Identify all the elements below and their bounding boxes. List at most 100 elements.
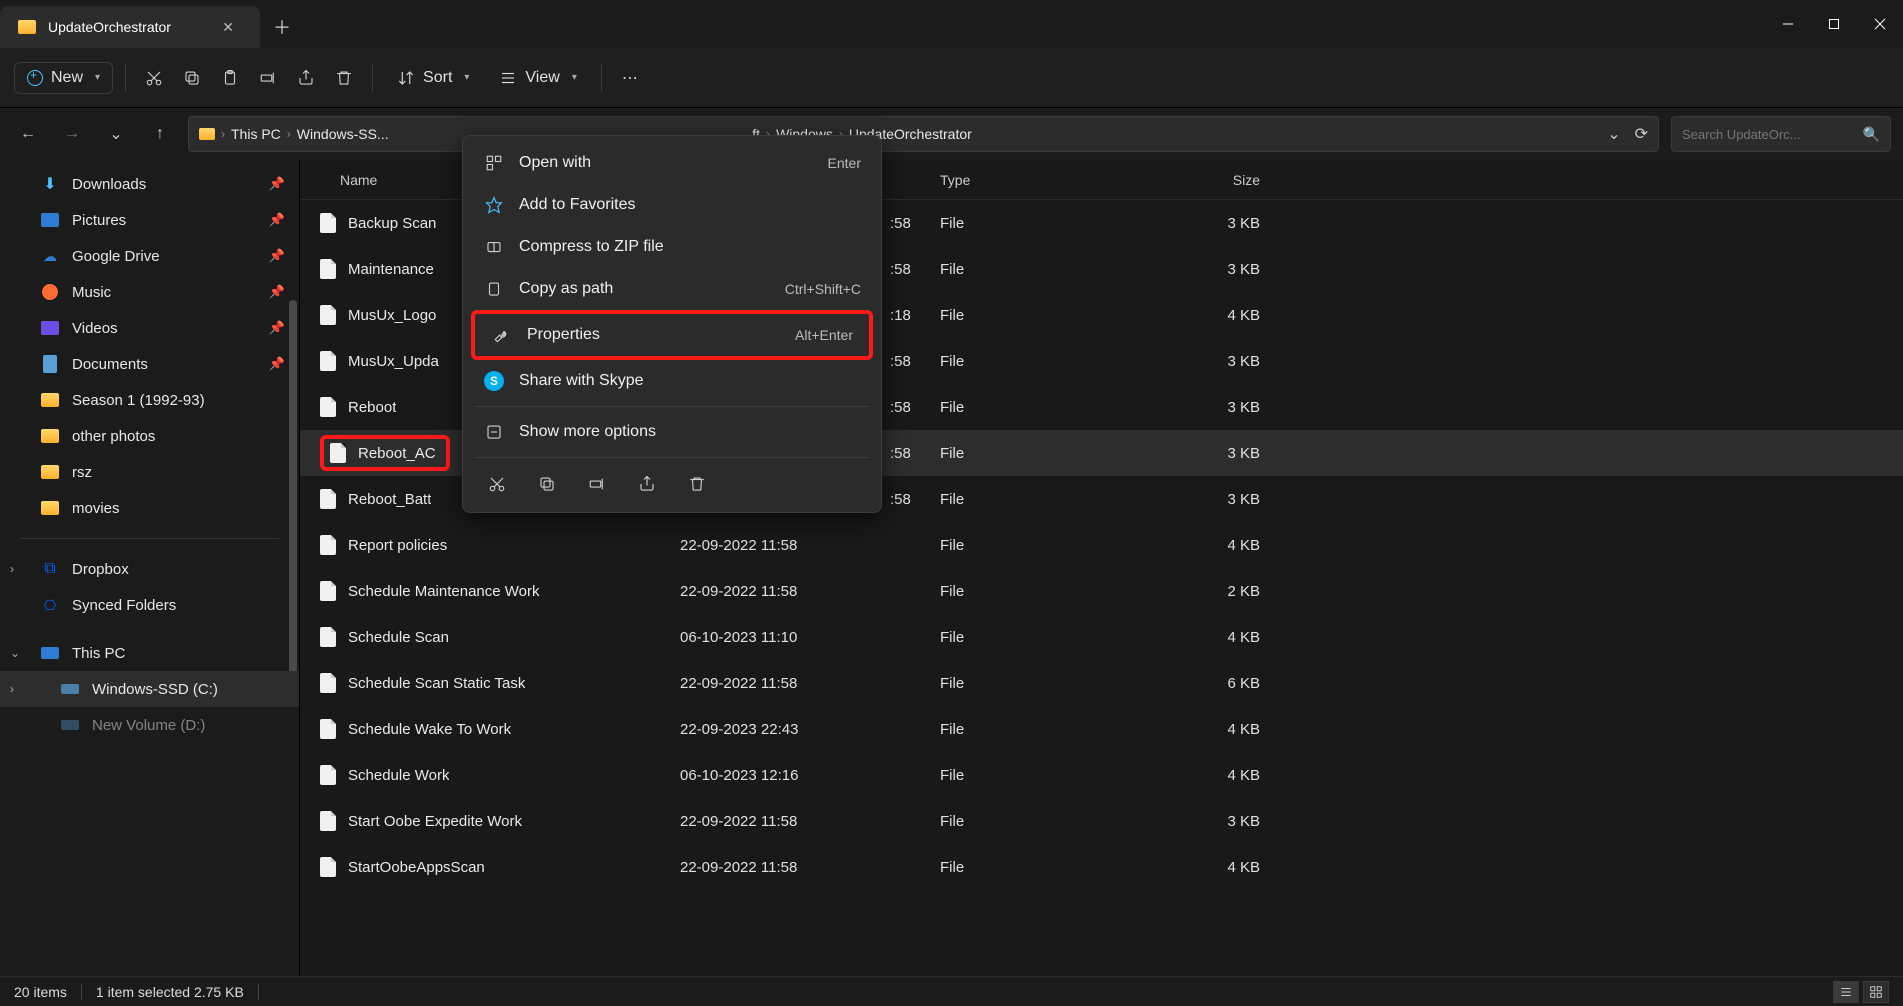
sidebar-label: movies — [72, 500, 285, 517]
file-type: File — [940, 675, 1140, 692]
sort-button[interactable]: Sort ▾ — [385, 61, 481, 95]
file-size: 4 KB — [1140, 537, 1280, 554]
context-label: Compress to ZIP file — [519, 238, 861, 256]
star-icon — [483, 194, 505, 216]
file-name: Schedule Maintenance Work — [348, 583, 540, 600]
documents-icon — [40, 354, 60, 374]
tab[interactable]: UpdateOrchestrator ✕ — [0, 6, 260, 48]
breadcrumb-item[interactable]: Windows-SS... — [297, 126, 389, 142]
thumbnails-view-button[interactable] — [1863, 981, 1889, 1003]
paste-icon[interactable] — [214, 62, 246, 94]
context-shortcut: Enter — [828, 155, 861, 171]
sidebar-item[interactable]: ☁Google Drive📌 — [0, 238, 299, 274]
context-menu-item[interactable]: Copy as pathCtrl+Shift+C — [467, 268, 877, 310]
file-row[interactable]: Schedule Scan Static Task22-09-2022 11:5… — [300, 660, 1903, 706]
expand-icon[interactable]: ⌄ — [10, 646, 20, 660]
copy-icon[interactable] — [176, 62, 208, 94]
sidebar-label: This PC — [72, 645, 285, 662]
file-row[interactable]: Schedule Maintenance Work22-09-2022 11:5… — [300, 568, 1903, 614]
sidebar-item[interactable]: New Volume (D:) — [0, 707, 299, 743]
new-label: New — [51, 69, 83, 87]
file-icon — [320, 397, 336, 417]
sidebar-item[interactable]: Documents📌 — [0, 346, 299, 382]
sidebar-item[interactable]: ›Windows-SSD (C:) — [0, 671, 299, 707]
rename-icon[interactable] — [252, 62, 284, 94]
recent-locations-button[interactable]: ⌄ — [100, 118, 132, 150]
address-bar[interactable]: › This PC › Windows-SS... ...ft › Window… — [188, 116, 1659, 152]
breadcrumb-item[interactable]: This PC — [231, 126, 281, 142]
sidebar-item[interactable]: movies — [0, 490, 299, 526]
context-menu-item[interactable]: Compress to ZIP file — [467, 226, 877, 268]
details-view-button[interactable] — [1833, 981, 1859, 1003]
file-size: 3 KB — [1140, 215, 1280, 232]
sidebar-item[interactable]: rsz — [0, 454, 299, 490]
file-date: 22-09-2022 11:58 — [680, 813, 940, 830]
file-row[interactable]: Report policies22-09-2022 11:58File4 KB — [300, 522, 1903, 568]
file-row[interactable]: StartOobeAppsScan22-09-2022 11:58File4 K… — [300, 844, 1903, 890]
folder-icon — [40, 390, 60, 410]
expand-icon[interactable]: › — [10, 682, 14, 696]
folder-icon — [199, 128, 215, 140]
file-row[interactable]: Schedule Wake To Work22-09-2023 22:43Fil… — [300, 706, 1903, 752]
context-menu-item[interactable]: Show more options — [467, 411, 877, 453]
context-menu-item[interactable]: SShare with Skype — [467, 360, 877, 402]
sidebar-item[interactable]: Season 1 (1992-93) — [0, 382, 299, 418]
sidebar-item[interactable]: ⬇Downloads📌 — [0, 166, 299, 202]
tab-close-button[interactable]: ✕ — [214, 15, 242, 40]
search-box[interactable]: 🔍 — [1671, 116, 1891, 152]
new-tab-button[interactable]: ＋ — [260, 6, 304, 48]
zip-icon — [483, 236, 505, 258]
sidebar-item[interactable]: Pictures📌 — [0, 202, 299, 238]
delete-icon[interactable] — [683, 470, 711, 498]
sidebar-item[interactable]: Videos📌 — [0, 310, 299, 346]
context-menu-item[interactable]: Add to Favorites — [467, 184, 877, 226]
sidebar-item[interactable]: ⎔Synced Folders — [0, 587, 299, 623]
file-row[interactable]: Schedule Work06-10-2023 12:16File4 KB — [300, 752, 1903, 798]
context-menu-item[interactable]: PropertiesAlt+Enter — [471, 310, 873, 360]
sidebar-item[interactable]: ›⧉Dropbox — [0, 551, 299, 587]
maximize-button[interactable] — [1811, 8, 1857, 40]
rename-icon[interactable] — [583, 470, 611, 498]
more-icon[interactable]: ⋯ — [614, 62, 646, 94]
column-type[interactable]: Type — [940, 172, 1140, 188]
file-row[interactable]: Start Oobe Expedite Work22-09-2022 11:58… — [300, 798, 1903, 844]
cut-icon[interactable] — [138, 62, 170, 94]
file-name: MusUx_Upda — [348, 353, 439, 370]
share-icon[interactable] — [290, 62, 322, 94]
file-type: File — [940, 399, 1140, 416]
up-button[interactable]: ↑ — [144, 118, 176, 150]
file-icon — [320, 305, 336, 325]
file-name: Reboot_Batt — [348, 491, 431, 508]
sidebar-label: Downloads — [72, 176, 257, 193]
sidebar-item[interactable]: other photos — [0, 418, 299, 454]
new-button[interactable]: New ▾ — [14, 62, 113, 94]
context-label: Share with Skype — [519, 372, 861, 390]
file-row[interactable]: Schedule Scan06-10-2023 11:10File4 KB — [300, 614, 1903, 660]
back-button[interactable]: ← — [12, 118, 44, 150]
context-menu-item[interactable]: Open with Enter — [467, 142, 877, 184]
sidebar-label: Pictures — [72, 212, 257, 229]
sidebar-item[interactable]: Music📌 — [0, 274, 299, 310]
pin-icon: 📌 — [269, 356, 285, 372]
file-size: 3 KB — [1140, 353, 1280, 370]
delete-icon[interactable] — [328, 62, 360, 94]
file-size: 3 KB — [1140, 813, 1280, 830]
expand-icon[interactable]: › — [10, 562, 14, 576]
context-label: Open with — [519, 154, 814, 172]
column-size[interactable]: Size — [1140, 172, 1280, 188]
refresh-icon[interactable]: ⟳ — [1635, 124, 1648, 144]
close-button[interactable] — [1857, 8, 1903, 40]
cut-icon[interactable] — [483, 470, 511, 498]
search-input[interactable] — [1682, 127, 1863, 142]
view-button[interactable]: View ▾ — [487, 61, 588, 95]
sidebar-item[interactable]: ⌄ This PC — [0, 635, 299, 671]
toolbar: New ▾ Sort ▾ View ▾ ⋯ — [0, 48, 1903, 108]
file-name: Reboot — [348, 399, 396, 416]
forward-button[interactable]: → — [56, 118, 88, 150]
chevron-down-icon[interactable]: ⌄ — [1607, 124, 1620, 144]
copy-icon[interactable] — [533, 470, 561, 498]
file-size: 3 KB — [1140, 445, 1280, 462]
share-icon[interactable] — [633, 470, 661, 498]
file-name: Schedule Wake To Work — [348, 721, 511, 738]
minimize-button[interactable] — [1765, 8, 1811, 40]
